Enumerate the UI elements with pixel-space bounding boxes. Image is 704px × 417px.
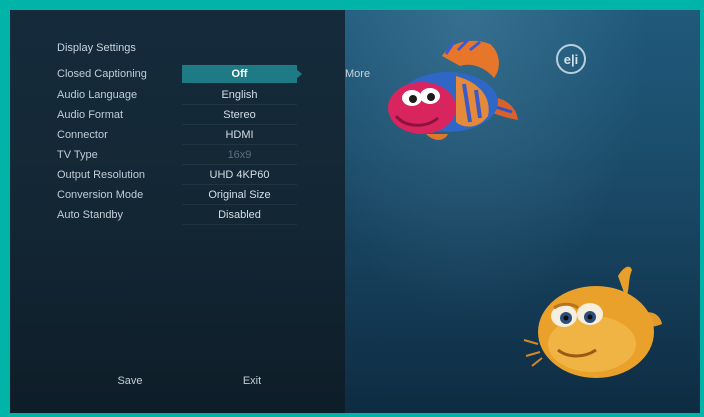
row-value[interactable]: Original Size bbox=[182, 186, 297, 205]
row-value[interactable]: HDMI bbox=[182, 126, 297, 145]
row-value[interactable]: Stereo bbox=[182, 106, 297, 125]
row-value[interactable]: UHD 4KP60 bbox=[182, 166, 297, 185]
row-label: Connector bbox=[57, 129, 108, 141]
row-label: Auto Standby bbox=[57, 209, 124, 221]
menu-row-auto-standby[interactable]: Auto Standby Disabled bbox=[55, 206, 342, 225]
channel-logo-icon: e|i bbox=[556, 44, 586, 74]
row-label: Conversion Mode bbox=[57, 189, 144, 201]
orange-pufferfish-icon bbox=[523, 266, 662, 378]
row-value[interactable]: English bbox=[182, 86, 297, 105]
menu-title: Display Settings bbox=[57, 42, 136, 54]
row-value[interactable]: Off bbox=[182, 65, 297, 83]
pink-fish-icon bbox=[388, 38, 518, 140]
row-value[interactable]: Disabled bbox=[182, 206, 297, 225]
more-button[interactable]: More bbox=[345, 65, 370, 83]
menu-row-audio-language[interactable]: Audio Language English bbox=[55, 86, 342, 105]
save-button[interactable]: Save bbox=[100, 372, 160, 390]
row-value: 16x9 bbox=[182, 146, 297, 165]
row-label: TV Type bbox=[57, 149, 98, 161]
row-label: Audio Format bbox=[57, 109, 124, 121]
more-arrow-icon bbox=[295, 68, 302, 80]
menu-row-connector[interactable]: Connector HDMI bbox=[55, 126, 342, 145]
menu-row-conversion-mode[interactable]: Conversion Mode Original Size bbox=[55, 186, 342, 205]
settings-menu-panel: Display Settings Closed Captioning Off M… bbox=[10, 10, 370, 413]
row-label: Audio Language bbox=[57, 89, 138, 101]
tv-screen: e|i Display Settings Closed Captioning O… bbox=[10, 10, 700, 413]
menu-row-tv-type: TV Type 16x9 bbox=[55, 146, 342, 165]
menu-row-audio-format[interactable]: Audio Format Stereo bbox=[55, 106, 342, 125]
exit-button[interactable]: Exit bbox=[222, 372, 282, 390]
row-label: Closed Captioning bbox=[57, 68, 147, 80]
menu-row-output-resolution[interactable]: Output Resolution UHD 4KP60 bbox=[55, 166, 342, 185]
row-label: Output Resolution bbox=[57, 169, 146, 181]
menu-row-closed-captioning[interactable]: Closed Captioning Off More bbox=[55, 65, 370, 83]
